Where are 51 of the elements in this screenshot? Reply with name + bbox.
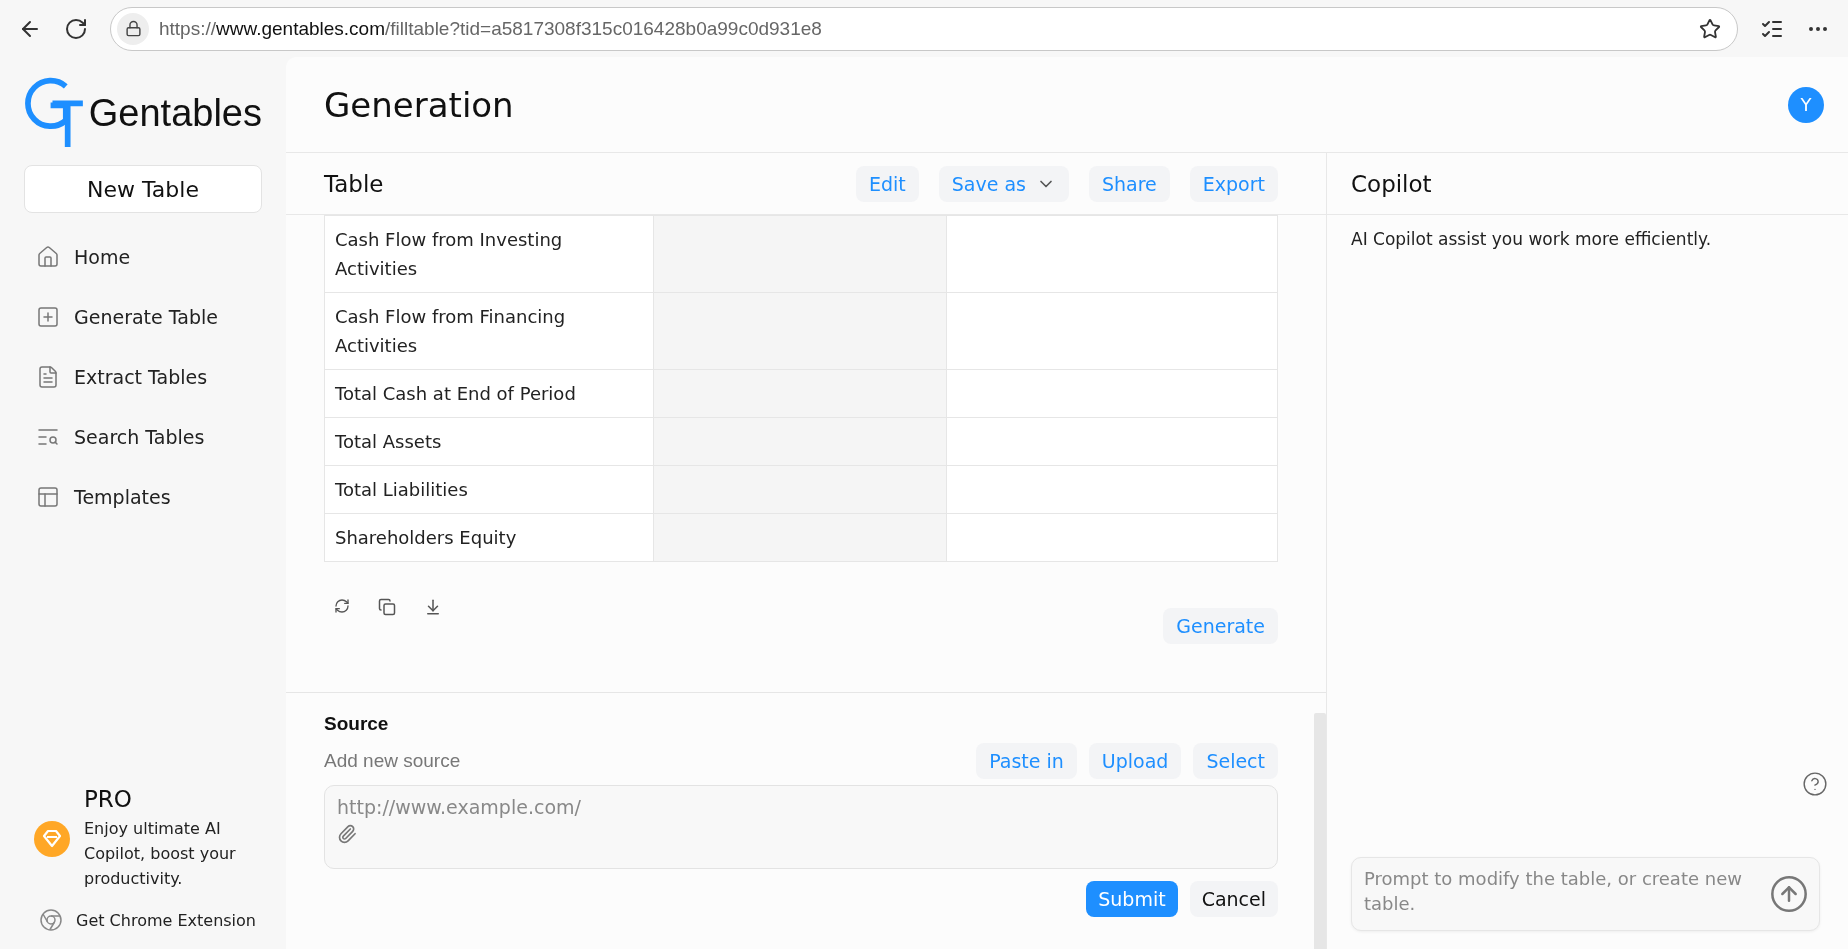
copy-icon[interactable] <box>378 598 396 616</box>
address-bar[interactable]: https://www.gentables.com/filltable?tid=a5817308f315c016428b0a99c0d931e8 <box>110 6 1738 51</box>
nav-item[interactable]: Home <box>24 233 262 281</box>
nav-icon <box>36 365 60 389</box>
source-action-button[interactable]: Select <box>1193 743 1278 779</box>
page-title: Generation <box>324 84 514 125</box>
nav-icon <box>36 305 60 329</box>
panel-title: Table <box>324 170 385 197</box>
chrome-extension-link[interactable]: Get Chrome Extension <box>24 909 262 931</box>
help-icon[interactable] <box>1802 771 1828 797</box>
table-cell: Total Assets <box>324 417 654 466</box>
nav-icon <box>36 245 60 269</box>
source-title: Source <box>324 713 390 735</box>
source-action-button[interactable]: Upload <box>1088 743 1182 779</box>
source-action-button[interactable]: Paste in <box>976 743 1077 779</box>
nav-item[interactable]: Templates <box>24 473 262 521</box>
lock-icon[interactable] <box>117 12 149 45</box>
table-cell: Shareholders Equity <box>324 513 654 562</box>
action-button[interactable]: Share <box>1088 165 1170 202</box>
nav-item[interactable]: Generate Table <box>24 293 262 341</box>
generate-button[interactable]: Generate <box>1163 608 1278 644</box>
url-input[interactable]: http://www.example.com/ <box>337 796 1265 818</box>
action-button[interactable]: Edit <box>855 165 919 202</box>
table-cell: Total Liabilities <box>324 465 654 514</box>
copilot-intro: AI Copilot assist you work more efficiently. <box>1351 229 1713 249</box>
user-avatar[interactable]: Y <box>1788 86 1824 123</box>
nav-item[interactable]: Extract Tables <box>24 353 262 401</box>
submit-button[interactable]: Submit <box>1086 881 1178 917</box>
table-cell: Total Cash at End of Period <box>324 369 654 418</box>
cancel-button[interactable]: Cancel <box>1189 881 1278 917</box>
refresh-icon[interactable] <box>334 598 350 616</box>
table-cell: Cash Flow from Investing Activities <box>324 215 654 293</box>
new-table-button[interactable]: New Table <box>24 165 262 213</box>
copilot-title: Copilot <box>1351 170 1432 197</box>
prompt-field[interactable]: Prompt to modify the table, or create new table. <box>1351 857 1820 931</box>
logo-text: Gentables <box>88 92 262 135</box>
send-button[interactable] <box>1769 874 1809 914</box>
star-icon[interactable] <box>1699 17 1721 40</box>
pro-title: PRO <box>84 786 133 812</box>
reload-icon[interactable] <box>64 16 88 41</box>
save-as-dropdown[interactable]: Save as <box>938 165 1069 202</box>
download-icon[interactable] <box>424 598 442 616</box>
browser-logo-icon <box>40 909 62 931</box>
source-subtitle: Add new source <box>324 750 462 772</box>
source-input-area[interactable]: http://www.example.com/ <box>324 785 1278 869</box>
nav-item[interactable]: Search Tables <box>24 413 262 461</box>
nav-icon <box>36 485 60 509</box>
action-button[interactable]: Export <box>1189 165 1278 202</box>
pro-description: Enjoy ultimate AI Copilot, boost your productivity. <box>84 818 237 890</box>
table-cell: Cash Flow from Financing Activities <box>324 292 654 370</box>
attach-icon[interactable] <box>337 824 357 844</box>
